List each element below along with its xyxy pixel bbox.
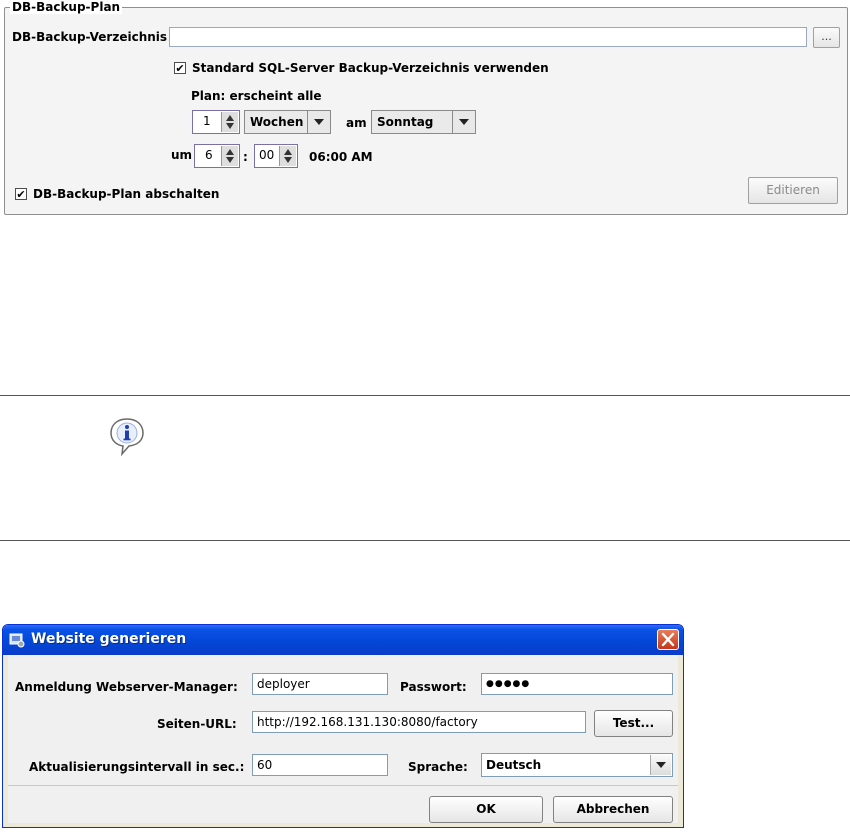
password-input[interactable]: ●●●●● xyxy=(481,673,673,695)
password-input-value: ●●●●● xyxy=(486,679,531,689)
interval-label: Aktualisierungsintervall in sec.: xyxy=(29,760,245,774)
minute-spinner[interactable]: 00 xyxy=(254,144,298,168)
hour-spinner-value: 6 xyxy=(205,148,213,162)
disable-plan-label: DB-Backup-Plan abschalten xyxy=(33,187,220,201)
dialog-titlebar[interactable]: Website generieren xyxy=(3,625,683,655)
disable-plan-checkbox[interactable]: ✔ xyxy=(15,188,27,200)
info-panel xyxy=(0,395,850,541)
url-input-value: http://192.168.131.130:8080/factory xyxy=(257,715,478,729)
website-dialog: Website generieren Anmeldung Webserver-M… xyxy=(2,624,684,828)
spinner-arrows-icon[interactable] xyxy=(221,112,238,132)
um-label: um xyxy=(171,148,193,162)
chevron-down-icon[interactable] xyxy=(650,755,671,775)
dialog-body: Anmeldung Webserver-Manager: deployer Pa… xyxy=(8,655,678,823)
spinner-arrows-icon[interactable] xyxy=(279,146,296,166)
backup-dir-input[interactable] xyxy=(169,27,807,47)
plan-label: Plan: erscheint alle xyxy=(191,89,322,103)
test-button[interactable]: Test... xyxy=(594,710,673,737)
interval-input-value: 60 xyxy=(257,758,273,772)
time-colon: : xyxy=(243,150,248,164)
backup-plan-panel: DB-Backup-Plan DB-Backup-Verzeichnis ...… xyxy=(0,0,850,217)
time-display: 06:00 AM xyxy=(309,150,373,164)
language-label: Sprache: xyxy=(408,760,468,774)
login-label: Anmeldung Webserver-Manager: xyxy=(15,680,238,694)
language-value: Deutsch xyxy=(486,758,542,772)
cancel-button[interactable]: Abbrechen xyxy=(553,796,673,823)
app-icon xyxy=(9,632,25,648)
am-label: am xyxy=(346,116,367,130)
interval-unit-value: Wochen xyxy=(250,115,304,129)
interval-unit-select[interactable]: Wochen xyxy=(244,110,331,134)
login-input-value: deployer xyxy=(257,677,310,691)
browse-button[interactable]: ... xyxy=(813,27,840,48)
standard-dir-label: Standard SQL-Server Backup-Verzeichnis v… xyxy=(192,61,549,75)
weekday-value: Sonntag xyxy=(377,115,434,129)
info-icon xyxy=(107,416,147,457)
url-label: Seiten-URL: xyxy=(157,717,237,731)
interval-spinner-value: 1 xyxy=(203,114,211,128)
interval-spinner[interactable]: 1 xyxy=(192,110,240,134)
chevron-down-icon[interactable] xyxy=(307,111,330,133)
backup-plan-legend: DB-Backup-Plan xyxy=(10,0,123,14)
weekday-select[interactable]: Sonntag xyxy=(371,110,476,134)
dialog-title: Website generieren xyxy=(31,631,187,647)
hour-spinner[interactable]: 6 xyxy=(194,144,240,168)
ok-button[interactable]: OK xyxy=(429,796,543,823)
close-button[interactable] xyxy=(657,629,679,650)
minute-spinner-value: 00 xyxy=(259,148,275,162)
close-icon xyxy=(661,632,675,647)
spinner-arrows-icon[interactable] xyxy=(221,146,238,166)
backup-dir-label: DB-Backup-Verzeichnis xyxy=(12,30,168,44)
language-select[interactable]: Deutsch xyxy=(481,753,673,777)
url-input[interactable]: http://192.168.131.130:8080/factory xyxy=(252,711,586,733)
edit-button[interactable]: Editieren xyxy=(748,177,838,204)
standard-dir-checkbox[interactable]: ✔ xyxy=(174,62,186,74)
interval-input[interactable]: 60 xyxy=(252,754,388,776)
chevron-down-icon[interactable] xyxy=(452,111,475,133)
login-input[interactable]: deployer xyxy=(252,673,388,695)
password-label: Passwort: xyxy=(400,680,467,694)
button-bar-divider xyxy=(8,785,678,786)
